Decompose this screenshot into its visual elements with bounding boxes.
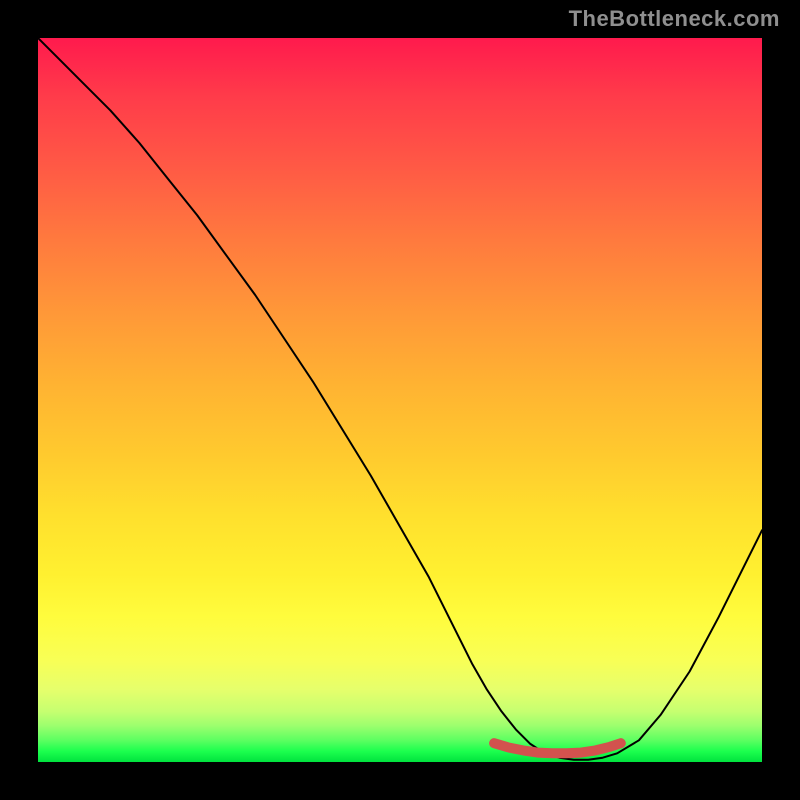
plot-area [38,38,762,762]
chart-container: TheBottleneck.com [0,0,800,800]
watermark-text: TheBottleneck.com [569,6,780,32]
bottleneck-curve [38,38,762,762]
